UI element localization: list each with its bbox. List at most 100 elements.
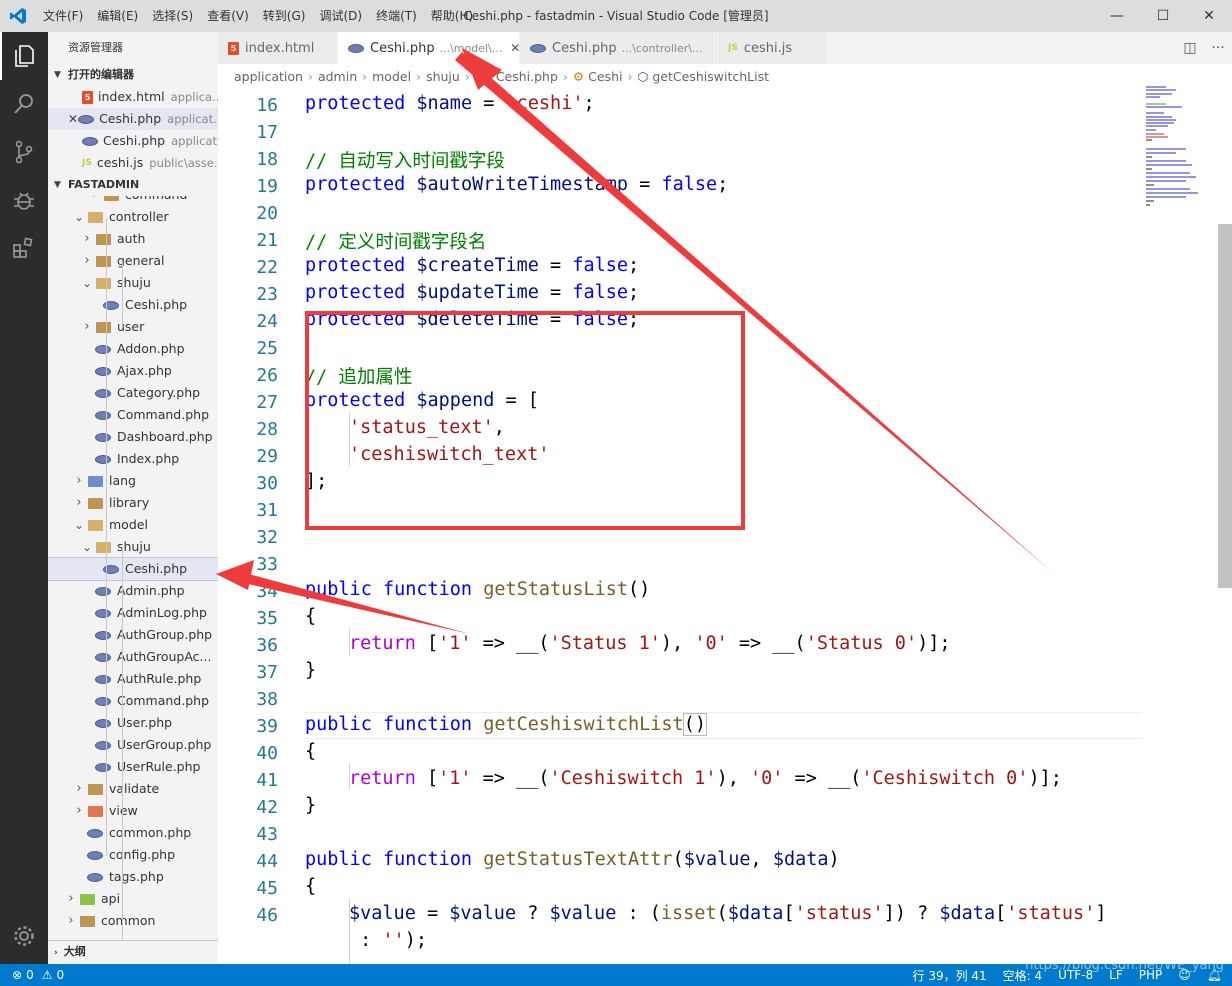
explorer-icon[interactable] <box>0 32 48 80</box>
tree-item[interactable]: Ceshi.php <box>48 557 218 581</box>
tree-item[interactable]: › general <box>48 250 218 272</box>
tree-item[interactable]: UserGroup.php <box>48 734 218 756</box>
tree-item[interactable]: › library <box>48 492 218 514</box>
minimap-line <box>1146 129 1156 131</box>
tree-item[interactable]: › api <box>48 888 218 910</box>
minimap-line <box>1146 172 1190 174</box>
tree-item[interactable]: AuthRule.php <box>48 668 218 690</box>
problems-indicator[interactable]: ⊗ 0 ⚠ 0 <box>0 968 64 982</box>
php-icon <box>94 716 112 730</box>
menu-file[interactable]: 文件(F) <box>36 0 90 32</box>
close-window-icon[interactable]: ✕ <box>1186 0 1232 32</box>
line-number: 31 <box>256 500 278 521</box>
tree-item[interactable]: › common <box>48 910 218 932</box>
tree-item[interactable]: Admin.php <box>48 580 218 602</box>
minimap-line <box>1146 119 1176 121</box>
menu-go[interactable]: 转到(G) <box>256 0 313 32</box>
menu-selection[interactable]: 选择(S) <box>145 0 200 32</box>
tree-item[interactable]: Command.php <box>48 404 218 426</box>
search-icon[interactable] <box>0 80 48 128</box>
cursor-position[interactable]: 行 39，列 41 <box>913 967 987 984</box>
more-actions-icon[interactable]: ··· <box>1204 40 1232 56</box>
folder-icon <box>86 782 104 796</box>
breadcrumb-item[interactable]: application <box>234 69 303 84</box>
settings-gear-icon[interactable] <box>0 912 48 960</box>
tree-item-label: UserRule.php <box>117 759 201 774</box>
tree-item[interactable]: tags.php <box>48 866 218 888</box>
tree-item-label: Ceshi.php <box>125 297 188 312</box>
minimap-line <box>1146 160 1186 162</box>
source-control-icon[interactable] <box>0 128 48 176</box>
tree-item[interactable]: AdminLog.php <box>48 602 218 624</box>
tree-item[interactable]: › view <box>48 800 218 822</box>
tree-item[interactable]: AuthGroupAc... <box>48 646 218 668</box>
scrollbar-thumb[interactable] <box>1218 224 1232 588</box>
tab-close-icon[interactable]: ✕ <box>510 41 520 55</box>
tree-item[interactable]: common.php <box>48 822 218 844</box>
breadcrumb-item[interactable]: shuju <box>426 69 460 84</box>
minimap[interactable] <box>1142 64 1218 964</box>
chevron-right-icon: › <box>464 68 470 84</box>
line-number: 35 <box>256 608 278 629</box>
code-editor[interactable]: 16 17 18 19 20 21 22 23 24 25 26 27 28 29 30 31 32 33 34 35… <box>218 88 1142 964</box>
tree-item[interactable]: › command <box>48 196 218 206</box>
breadcrumb-item[interactable]: admin <box>318 69 357 84</box>
tree-item[interactable]: Dashboard.php <box>48 426 218 448</box>
open-editor-item[interactable]: ✕ Ceshi.php applicat... <box>48 108 218 130</box>
open-editor-name: Ceshi.php <box>103 133 166 148</box>
menu-terminal[interactable]: 终端(T) <box>369 0 424 32</box>
tree-item[interactable]: ⌄ model <box>48 514 218 536</box>
tree-item[interactable]: ⌄ controller <box>48 206 218 228</box>
menu-view[interactable]: 查看(V) <box>200 0 256 32</box>
tree-item[interactable]: Category.php <box>48 382 218 404</box>
tab-actions: ◫ ··· <box>1176 32 1232 64</box>
tree-item[interactable]: › lang <box>48 470 218 492</box>
close-icon[interactable]: ✕ <box>68 108 78 130</box>
tab-ceshi-controller[interactable]: Ceshi.php ...\controller\... <box>520 32 718 64</box>
menu-edit[interactable]: 编辑(E) <box>90 0 145 32</box>
minimap-line <box>1146 122 1174 124</box>
tab-index-html[interactable]: 5 index.html <box>218 32 338 64</box>
minimize-icon[interactable]: — <box>1094 0 1140 32</box>
tree-item[interactable]: › validate <box>48 778 218 800</box>
tree-item[interactable]: UserRule.php <box>48 756 218 778</box>
maximize-icon[interactable]: ☐ <box>1140 0 1186 32</box>
code-line: 'ceshiswitch_text' <box>349 444 550 465</box>
tree-item[interactable]: User.php <box>48 712 218 734</box>
extensions-icon[interactable] <box>0 224 48 272</box>
tree-item[interactable]: ⌄ shuju <box>48 272 218 294</box>
tree-item[interactable]: Ajax.php <box>48 360 218 382</box>
line-number: 43 <box>256 824 278 845</box>
tree-item[interactable]: config.php <box>48 844 218 866</box>
debug-icon[interactable] <box>0 176 48 224</box>
breadcrumb-item[interactable]: Ceshi.php <box>496 69 558 84</box>
code-area[interactable]: protected $name = 'ceshi'; // 自动写入时间戳字段 … <box>305 88 1142 964</box>
tree-item[interactable]: Addon.php <box>48 338 218 360</box>
tab-ceshi-js[interactable]: JS ceshi.js <box>718 32 828 64</box>
open-editor-item[interactable]: Ceshi.php applicat... <box>48 130 218 152</box>
tab-ceshi-model[interactable]: Ceshi.php ...\model\... ✕ <box>338 32 520 64</box>
open-editor-item[interactable]: JS ceshi.js public\asse... <box>48 152 218 174</box>
vertical-scrollbar[interactable] <box>1218 64 1232 964</box>
chevron-right-icon: › <box>88 196 102 206</box>
breadcrumb-item[interactable]: getCeshiswitchList <box>652 69 769 84</box>
open-editors-header[interactable]: ▼ 打开的编辑器 <box>48 64 218 86</box>
outline-header[interactable]: › 大纲 <box>48 940 218 964</box>
split-editor-icon[interactable]: ◫ <box>1176 40 1204 56</box>
menu-help[interactable]: 帮助(H) <box>424 0 480 32</box>
workspace-header[interactable]: ▼ FASTADMIN <box>48 174 218 196</box>
open-editor-item[interactable]: 5 index.html applica... <box>48 86 218 108</box>
tree-item[interactable]: Index.php <box>48 448 218 470</box>
breadcrumb-item[interactable]: model <box>372 69 411 84</box>
breadcrumb-item[interactable]: Ceshi <box>588 69 622 84</box>
breadcrumb: application › admin › model › shuju › Ceshi.… <box>218 64 1142 88</box>
menu-debug[interactable]: 调试(D) <box>312 0 369 32</box>
error-icon: ⊗ <box>12 968 23 982</box>
line-number: 44 <box>256 851 278 872</box>
tree-item[interactable]: › user <box>48 316 218 338</box>
tree-item[interactable]: ⌄ shuju <box>48 536 218 558</box>
tree-item[interactable]: AuthGroup.php <box>48 624 218 646</box>
tree-item[interactable]: › auth <box>48 228 218 250</box>
tree-item[interactable]: Command.php <box>48 690 218 712</box>
tree-item[interactable]: Ceshi.php <box>48 294 218 316</box>
